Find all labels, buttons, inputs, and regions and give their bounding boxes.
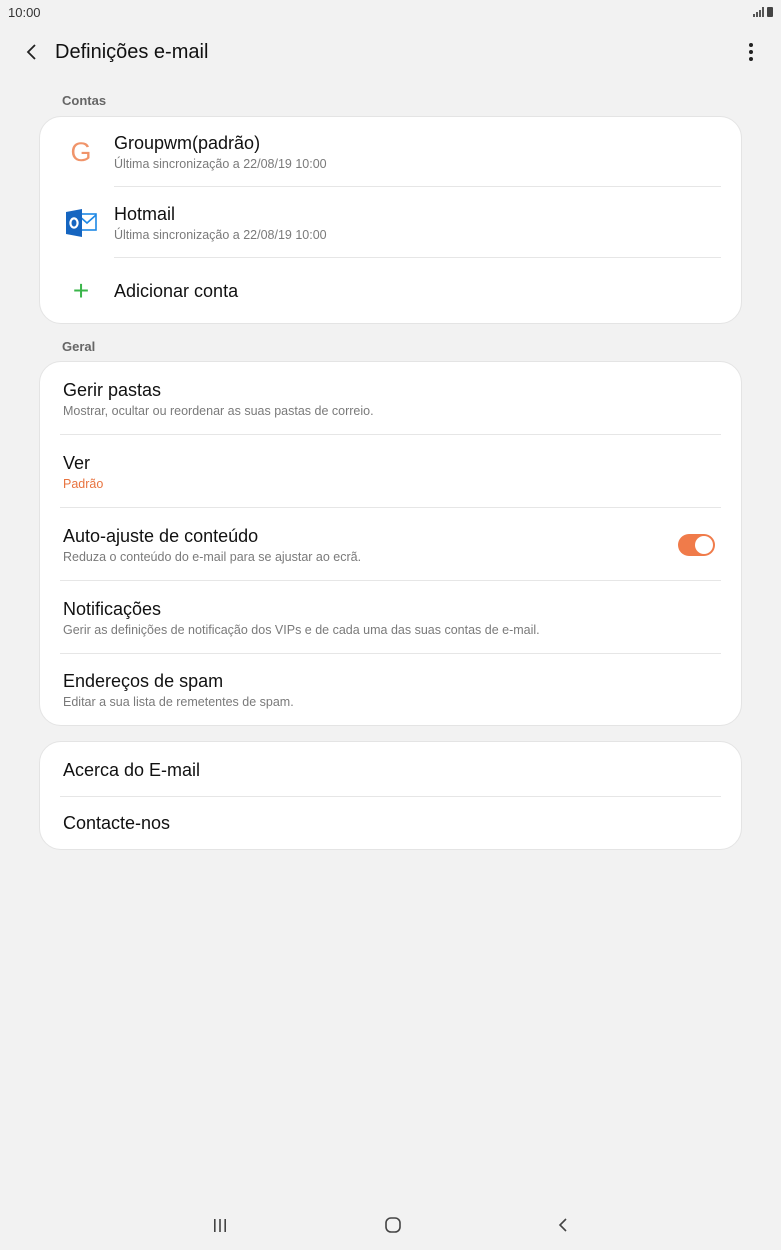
add-account-label: Adicionar conta bbox=[114, 281, 239, 301]
section-label-general: Geral bbox=[62, 339, 96, 354]
item-title: Ver bbox=[63, 452, 91, 473]
settings-item-view[interactable]: Ver Padrão bbox=[40, 435, 741, 508]
item-title: Auto-ajuste de conteúdo bbox=[63, 525, 259, 546]
plus-icon: + bbox=[72, 275, 90, 306]
item-title: Contacte-nos bbox=[63, 813, 171, 833]
settings-item-about-email[interactable]: Acerca do E-mail bbox=[40, 742, 741, 797]
account-sync-status: Última sincronização a 22/08/19 10:00 bbox=[114, 157, 327, 171]
about-card: Acerca do E-mail Contacte-nos bbox=[39, 741, 742, 850]
home-icon bbox=[385, 1217, 401, 1233]
recent-apps-button[interactable] bbox=[205, 1212, 235, 1238]
item-subtitle: Editar a sua lista de remetentes de spam… bbox=[63, 694, 294, 709]
status-bar: 10:00 bbox=[0, 0, 781, 24]
home-button[interactable] bbox=[378, 1212, 408, 1238]
back-button[interactable] bbox=[12, 32, 52, 72]
settings-item-notifications[interactable]: Notificações Gerir as definições de noti… bbox=[40, 581, 741, 654]
navigation-bar bbox=[0, 1200, 781, 1250]
account-item-groupwm[interactable]: G Groupwm(padrão) Última sincronização a… bbox=[40, 117, 741, 187]
outlook-icon bbox=[63, 205, 99, 241]
account-sync-status: Última sincronização a 22/08/19 10:00 bbox=[114, 227, 327, 242]
back-arrow-icon bbox=[558, 1218, 567, 1232]
item-subtitle: Mostrar, ocultar ou reordenar as suas pa… bbox=[63, 403, 374, 418]
add-account-button[interactable]: + Adicionar conta bbox=[40, 258, 741, 324]
general-card: Gerir pastas Mostrar, ocultar ou reorden… bbox=[39, 361, 742, 726]
more-options-button[interactable] bbox=[739, 36, 763, 68]
section-label-accounts: Contas bbox=[62, 93, 107, 108]
settings-item-manage-folders[interactable]: Gerir pastas Mostrar, ocultar ou reorden… bbox=[40, 362, 741, 435]
settings-item-auto-fit[interactable]: Auto-ajuste de conteúdo Reduza o conteúd… bbox=[40, 508, 741, 581]
app-bar: Definições e-mail bbox=[0, 30, 781, 74]
item-title: Endereços de spam bbox=[63, 670, 224, 691]
more-vertical-icon bbox=[749, 43, 753, 47]
item-title: Notificações bbox=[63, 598, 162, 619]
auto-fit-toggle[interactable] bbox=[678, 533, 715, 556]
toggle-knob bbox=[695, 535, 713, 554]
item-subtitle: Reduza o conteúdo do e-mail para se ajus… bbox=[63, 549, 362, 564]
item-value: Padrão bbox=[63, 476, 104, 491]
account-name: Groupwm(padrão) bbox=[114, 133, 261, 153]
item-title: Acerca do E-mail bbox=[63, 759, 201, 780]
status-icons bbox=[753, 7, 773, 17]
settings-item-contact-us[interactable]: Contacte-nos bbox=[40, 797, 741, 849]
nav-back-button[interactable] bbox=[548, 1212, 578, 1238]
status-time: 10:00 bbox=[8, 4, 41, 20]
accounts-card: G Groupwm(padrão) Última sincronização a… bbox=[39, 116, 742, 324]
settings-item-spam-addresses[interactable]: Endereços de spam Editar a sua lista de … bbox=[40, 654, 741, 725]
signal-icon bbox=[753, 7, 764, 17]
account-letter-icon: G bbox=[70, 136, 92, 167]
page-title: Definições e-mail bbox=[55, 40, 209, 63]
account-item-hotmail[interactable]: Hotmail Última sincronização a 22/08/19 … bbox=[40, 187, 741, 258]
account-name: Hotmail bbox=[114, 203, 176, 224]
item-title: Gerir pastas bbox=[63, 379, 162, 400]
battery-icon bbox=[767, 7, 773, 17]
item-subtitle: Gerir as definições de notificação dos V… bbox=[63, 622, 540, 637]
chevron-left-icon bbox=[26, 44, 36, 60]
recent-apps-icon bbox=[214, 1219, 226, 1232]
